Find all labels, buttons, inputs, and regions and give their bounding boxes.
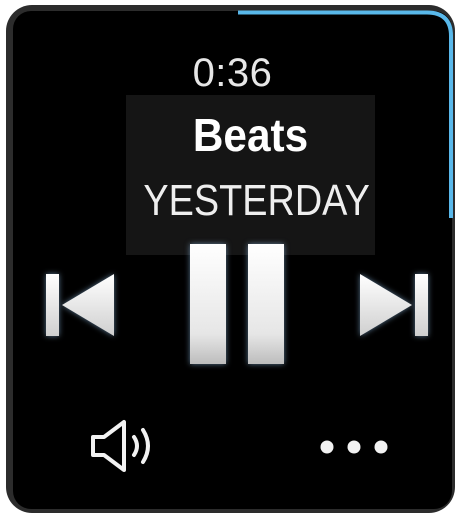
pause-icon [190, 244, 284, 364]
track-info: Beats YESTERDAY [126, 95, 375, 255]
next-track-button[interactable] [356, 268, 434, 342]
volume-button[interactable] [90, 418, 160, 474]
skip-previous-icon [46, 274, 114, 336]
artist-name: Beats [192, 109, 309, 161]
volume-speaker-icon [91, 420, 150, 472]
previous-track-button[interactable] [40, 268, 118, 342]
track-title: YESTERDAY [143, 176, 370, 225]
skip-next-icon [360, 274, 428, 336]
more-options-icon [320, 440, 388, 454]
more-options-button[interactable] [316, 430, 392, 464]
elapsed-time: 0:36 [192, 51, 273, 95]
pause-button[interactable] [182, 238, 290, 368]
